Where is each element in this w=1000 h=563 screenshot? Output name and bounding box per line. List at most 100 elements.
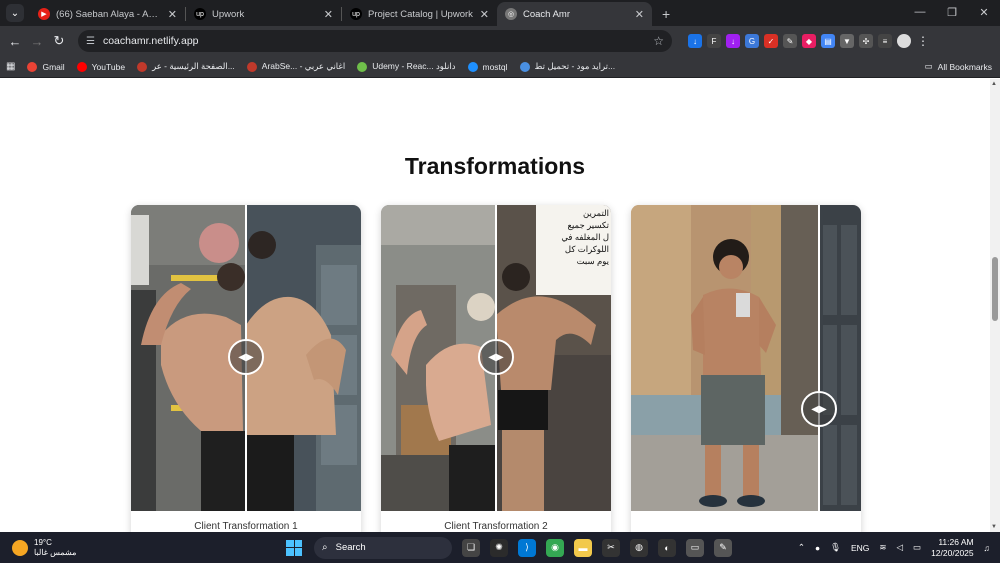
browser-tab[interactable]: up Upwork ✕ [186, 2, 341, 26]
slider-handle-arrows-icon[interactable]: ◀▶ [478, 339, 514, 375]
gmail-icon [27, 61, 38, 72]
url-text: coachamr.netlify.app [102, 35, 199, 47]
puzzle-extensions-icon[interactable]: ✣ [859, 34, 873, 48]
vscode-icon[interactable]: ⟩ [518, 538, 536, 557]
pink-extension-icon[interactable]: ◆ [802, 34, 816, 48]
browser-tab-active[interactable]: ◎ Coach Amr ✕ [497, 2, 652, 26]
tab-search-button[interactable]: ⌄ [6, 4, 24, 22]
download-extension-icon[interactable]: ↓ [688, 34, 702, 48]
notification-bell-icon[interactable]: ♫ [984, 543, 990, 553]
bookmark-item[interactable]: mostql [467, 61, 508, 72]
close-icon[interactable]: ✕ [480, 8, 489, 21]
restore-icon[interactable]: ❐ [936, 6, 968, 19]
red-extension-icon[interactable]: ✓ [764, 34, 778, 48]
reload-icon[interactable]: ↻ [48, 33, 70, 49]
scroll-up-icon[interactable]: ▲ [991, 81, 997, 87]
chatgpt-icon[interactable]: ✺ [490, 538, 508, 557]
weather-widget[interactable]: 19°C مشمس غالبا [12, 538, 192, 558]
sign-line: يوم سبت [576, 256, 609, 266]
before-after-slider[interactable]: ◀▶ [631, 205, 861, 511]
capcut-icon[interactable]: ✂ [602, 538, 620, 557]
translate-extension-icon[interactable]: G [745, 34, 759, 48]
bookmark-label: mostql [482, 61, 508, 72]
address-bar[interactable]: ☰ coachamr.netlify.app ☆ [78, 30, 672, 52]
taskbar-search[interactable]: ⌕ Search [314, 536, 452, 559]
youtube-icon [76, 61, 87, 72]
tab-title: Upwork [212, 8, 245, 20]
all-bookmarks-label: All Bookmarks [937, 61, 992, 72]
upwork-icon: up [350, 8, 362, 20]
transformation-card: ◀▶ Client Transformation 1 [131, 205, 361, 532]
browser-tab-bar: ⌄ ▶ (66) Saeban Alaya - Amr Diab ... ✕ u… [0, 0, 1000, 26]
sign-line: التمرين [583, 208, 609, 218]
sign-line: تكسير جميع [567, 220, 609, 230]
bookmark-label: Udemy - Reac... دانلود [372, 61, 456, 71]
tab-title: (66) Saeban Alaya - Amr Diab ... [56, 8, 164, 20]
after-photo [819, 205, 861, 511]
profile-avatar[interactable] [897, 34, 911, 48]
globe-icon: ◎ [505, 8, 517, 20]
bookmark-item[interactable]: ترايد مود - تحميل تط... [519, 61, 615, 72]
microphone-icon[interactable]: 🎙 [830, 542, 841, 553]
language-indicator[interactable]: ENG [851, 543, 869, 553]
fb-extension-icon[interactable]: F [707, 34, 721, 48]
bookmark-item[interactable]: ArabSe... - اغاني عربي [246, 61, 346, 72]
bookmark-item[interactable]: الصفحة الرئيسية - عر... [137, 61, 235, 72]
github-desktop-icon[interactable]: ◐ [658, 538, 676, 557]
filter-extension-icon[interactable]: ▼ [840, 34, 854, 48]
tray-app-icon[interactable]: ● [815, 543, 820, 553]
slider-handle-arrows-icon[interactable]: ◀▶ [228, 339, 264, 375]
scroll-down-icon[interactable]: ▼ [991, 524, 997, 530]
back-icon[interactable]: ← [4, 34, 26, 49]
git-icon[interactable]: ◍ [630, 538, 648, 557]
browser-tab[interactable]: ▶ (66) Saeban Alaya - Amr Diab ... ✕ [30, 2, 185, 26]
apps-grid-icon[interactable]: ▦ [6, 61, 15, 72]
taskbar-apps: ❏ ✺ ⟩ ◉ ▬ ✂ ◍ ◐ ▭ ✎ [462, 538, 732, 557]
weather-label: مشمس غالبا [34, 547, 77, 557]
close-window-icon[interactable]: ✕ [968, 6, 1000, 19]
sign-line: اللوكرات كل [564, 244, 609, 254]
file-explorer-icon[interactable]: ▬ [574, 538, 592, 557]
weather-sun-icon [12, 539, 28, 556]
bookmark-label: الصفحة الرئيسية - عر... [152, 61, 235, 71]
before-after-slider[interactable]: ◀▶ التمرين تكسير جميع ل المغلفه في اللوك… [381, 205, 611, 511]
bookmark-item[interactable]: Gmail [27, 61, 65, 72]
snipping-tool-icon[interactable]: ✎ [714, 538, 732, 557]
new-tab-icon[interactable]: + [662, 6, 670, 22]
terminal-icon[interactable]: ▭ [686, 538, 704, 557]
reading-list-icon[interactable]: ≡ [878, 34, 892, 48]
chrome-icon[interactable]: ◉ [546, 538, 564, 557]
bookmark-star-icon[interactable]: ☆ [653, 34, 664, 48]
clock[interactable]: 11:26 AM 12/20/2025 [931, 537, 974, 559]
close-icon[interactable]: ✕ [168, 8, 177, 21]
bookmark-label: ArabSe... - اغاني عربي [261, 61, 346, 71]
eyedropper-extension-icon[interactable]: ✎ [783, 34, 797, 48]
close-icon[interactable]: ✕ [635, 8, 644, 21]
bookmark-item[interactable]: YouTube [76, 61, 125, 72]
before-after-slider[interactable]: ◀▶ [131, 205, 361, 511]
minimize-icon[interactable]: — [904, 6, 936, 18]
temperature-text: 19°C [34, 537, 52, 547]
close-icon[interactable]: ✕ [324, 8, 333, 21]
downloader-extension-icon[interactable]: ↓ [726, 34, 740, 48]
docs-extension-icon[interactable]: ▤ [821, 34, 835, 48]
time-text: 11:26 AM [938, 536, 974, 547]
windows-start-icon[interactable] [286, 539, 302, 556]
site-info-icon[interactable]: ☰ [86, 36, 95, 47]
chevron-up-icon[interactable]: ⌃ [798, 542, 805, 553]
volume-icon[interactable]: ◁ [897, 542, 904, 553]
slider-handle-arrows-icon[interactable]: ◀▶ [801, 391, 837, 427]
extensions-area: ↓ F ↓ G ✓ ✎ ◆ ▤ ▼ ✣ ≡ ⋮ [688, 34, 930, 48]
wifi-icon[interactable]: ≋ [879, 542, 886, 553]
battery-icon[interactable]: ▭ [913, 542, 921, 553]
scrollbar-thumb[interactable] [992, 257, 998, 321]
bookmark-item[interactable]: Udemy - Reac... دانلود [357, 61, 456, 72]
task-view-icon[interactable]: ❏ [462, 538, 480, 557]
slider-divider[interactable] [818, 205, 820, 511]
page-scrollbar[interactable]: ▲ ▼ [990, 79, 1000, 532]
all-bookmarks-button[interactable]: ▭ All Bookmarks [925, 61, 992, 72]
menu-kebab-icon[interactable]: ⋮ [916, 34, 930, 48]
forward-icon[interactable]: → [26, 34, 48, 49]
browser-tab[interactable]: up Project Catalog | Upwork ✕ [342, 2, 497, 26]
page-content: Transformations ◀▶ Client Transformation… [0, 79, 990, 532]
